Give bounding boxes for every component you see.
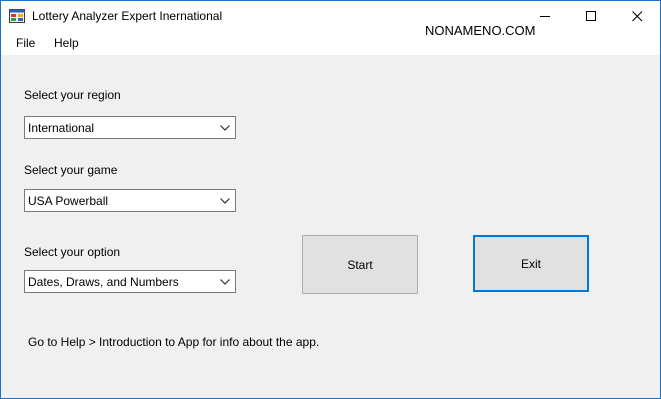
- game-dropdown[interactable]: USA Powerball: [24, 189, 236, 212]
- game-label: Select your game: [24, 163, 118, 177]
- menu-file[interactable]: File: [16, 36, 35, 50]
- region-dropdown[interactable]: International: [24, 116, 236, 139]
- menu-help[interactable]: Help: [54, 36, 79, 50]
- watermark-text: NONAMENO.COM: [424, 23, 537, 38]
- chevron-down-icon: [220, 125, 230, 131]
- minimize-icon: [540, 16, 550, 17]
- app-window: Lottery Analyzer Expert Inernational Fil…: [0, 0, 661, 399]
- start-button[interactable]: Start: [302, 235, 418, 294]
- maximize-button[interactable]: [568, 1, 614, 31]
- close-icon: [632, 11, 643, 22]
- app-icon[interactable]: [9, 8, 25, 24]
- start-button-label: Start: [347, 257, 373, 272]
- window-title: Lottery Analyzer Expert Inernational: [32, 9, 223, 23]
- option-label: Select your option: [24, 245, 121, 259]
- menu-bar: File Help: [1, 31, 660, 55]
- maximize-icon: [586, 11, 596, 21]
- close-button[interactable]: [614, 1, 660, 31]
- option-dropdown[interactable]: Dates, Draws, and Numbers: [24, 270, 236, 293]
- game-value: USA Powerball: [28, 194, 109, 208]
- title-bar[interactable]: Lottery Analyzer Expert Inernational: [1, 1, 660, 31]
- help-info-text: Go to Help > Introduction to App for inf…: [28, 335, 320, 349]
- option-value: Dates, Draws, and Numbers: [28, 275, 179, 289]
- chevron-down-icon: [220, 279, 230, 285]
- exit-button-label: Exit: [520, 256, 541, 271]
- chevron-down-icon: [220, 198, 230, 204]
- region-value: International: [28, 121, 95, 135]
- region-label: Select your region: [24, 88, 121, 102]
- exit-button[interactable]: Exit: [473, 235, 589, 292]
